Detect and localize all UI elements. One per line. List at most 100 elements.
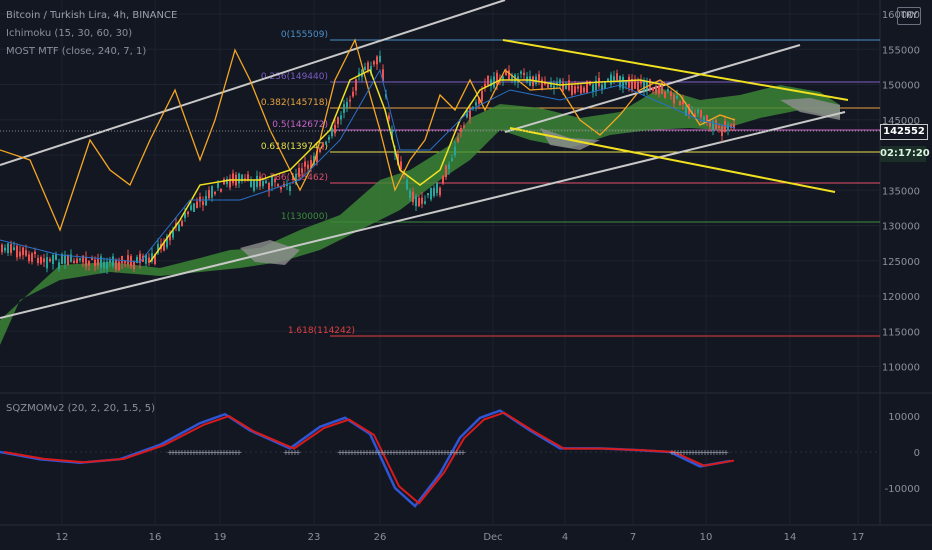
candle-body — [193, 203, 195, 212]
candle-body — [19, 251, 21, 257]
candle-body — [214, 191, 216, 194]
candle-body — [289, 186, 291, 192]
ichimoku-legend[interactable]: Ichimoku (15, 30, 60, 30) — [6, 28, 132, 39]
candle-body — [34, 251, 36, 255]
candle-body — [10, 244, 12, 253]
candle-body — [298, 167, 300, 177]
candle-body — [250, 180, 252, 188]
candle-body — [496, 72, 498, 85]
candle-body — [655, 87, 657, 94]
candle-body — [379, 55, 381, 62]
currency-badge[interactable]: TRY — [897, 7, 921, 25]
candle-body — [106, 261, 108, 270]
candle-body — [376, 56, 378, 65]
fib-level-label: 1.618(114242) — [288, 326, 355, 336]
candle-body — [277, 184, 279, 187]
candle-body — [679, 101, 681, 106]
candle-body — [628, 76, 630, 88]
candle-body — [673, 94, 675, 104]
candle-body — [280, 187, 282, 190]
candle-body — [115, 260, 117, 270]
candle-body — [541, 79, 543, 90]
candle-body — [304, 161, 306, 167]
candle-body — [97, 259, 99, 266]
candle-body — [448, 164, 450, 169]
squeeze-marker: + — [295, 448, 302, 457]
price-axis-label: 125000 — [882, 257, 920, 268]
candle-body — [52, 255, 54, 264]
price-axis-label: 135000 — [882, 186, 920, 197]
candle-body — [319, 148, 321, 153]
candle-body — [355, 79, 357, 91]
candle-body — [205, 196, 207, 206]
candle-body — [253, 180, 255, 191]
candle-body — [571, 85, 573, 95]
candle-body — [415, 196, 417, 207]
candle-body — [64, 254, 66, 264]
candle-body — [604, 81, 606, 89]
candle-body — [388, 115, 390, 120]
candle-body — [346, 101, 348, 108]
chart-canvas[interactable]: 12 16 19 23 26 Dec 4 7 10 14 171600001550001500001… — [0, 0, 932, 550]
candle-body — [406, 179, 408, 190]
candle-body — [433, 187, 435, 197]
candle-body — [520, 71, 522, 74]
candle-body — [721, 125, 723, 136]
candle-body — [463, 125, 465, 128]
time-axis-label: Dec — [483, 532, 502, 543]
symbol-title[interactable]: Bitcoin / Turkish Lira, 4h, BINANCE — [6, 10, 177, 21]
candle-body — [508, 70, 510, 80]
candle-body — [85, 256, 87, 267]
oscillator-legend[interactable]: SQZMOMv2 (20, 2, 20, 1.5, 5) — [6, 403, 155, 414]
candle-body — [55, 254, 57, 260]
candle-body — [349, 99, 351, 102]
candle-body — [322, 143, 324, 147]
candle-body — [610, 74, 612, 85]
candle-body — [409, 190, 411, 198]
candle-body — [199, 196, 201, 202]
candle-body — [727, 124, 729, 130]
candle-body — [439, 187, 441, 196]
candle-body — [451, 158, 453, 162]
candle-body — [568, 80, 570, 91]
fib-level-label: 1(130000) — [281, 212, 328, 222]
candle-body — [190, 205, 192, 210]
candle-body — [574, 86, 576, 94]
candle-body — [481, 90, 483, 101]
candle-body — [271, 176, 273, 187]
candle-body — [442, 175, 444, 184]
bar-countdown-tag: 02:17:20 — [880, 146, 930, 162]
candle-body — [148, 257, 150, 263]
candle-body — [202, 201, 204, 206]
candle-body — [76, 258, 78, 263]
price-axis-label: 150000 — [882, 81, 920, 92]
squeeze-marker: + — [723, 448, 730, 457]
candle-body — [577, 86, 579, 89]
candle-body — [46, 257, 48, 269]
candle-body — [331, 128, 333, 137]
oscillator-axis-label: 0 — [914, 448, 920, 459]
candle-body — [547, 84, 549, 88]
candle-body — [658, 85, 660, 94]
candle-body — [127, 255, 129, 265]
candle-body — [592, 84, 594, 92]
candle-body — [430, 187, 432, 200]
candle-body — [340, 115, 342, 120]
candle-body — [418, 197, 420, 207]
candle-body — [565, 85, 567, 89]
time-axis-label: 12 — [56, 532, 69, 543]
time-axis-label: 10 — [700, 532, 713, 543]
price-axis-label: 155000 — [882, 45, 920, 56]
candle-body — [211, 186, 213, 198]
candle-body — [121, 255, 123, 264]
candle-body — [637, 81, 639, 91]
candle-body — [616, 73, 618, 81]
squeeze-marker: + — [460, 448, 467, 457]
candle-body — [88, 260, 90, 266]
candle-body — [562, 82, 564, 91]
candle-body — [37, 257, 39, 264]
candle-body — [4, 247, 6, 251]
candle-body — [262, 180, 264, 187]
most-legend[interactable]: MOST MTF (close, 240, 7, 1) — [6, 46, 146, 57]
candle-body — [454, 146, 456, 156]
